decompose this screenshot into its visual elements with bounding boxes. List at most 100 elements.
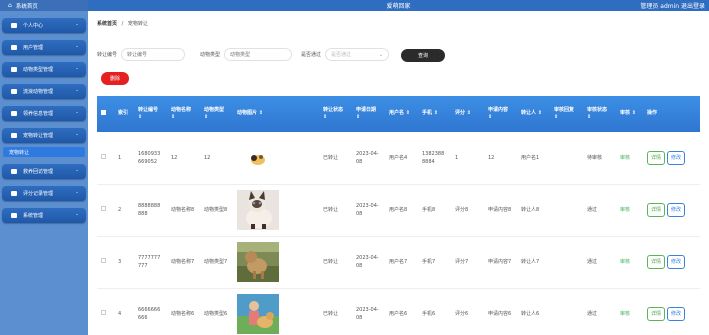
- column-header[interactable]: 用户名 ⇕: [385, 96, 418, 132]
- row-select-cell: [97, 236, 114, 289]
- sidebar-item-8[interactable]: 系统管理 ⌄: [2, 208, 86, 223]
- animal-image-cell: [233, 236, 319, 289]
- sidebar-item-6[interactable]: 救养回访管理 ⌄: [2, 164, 86, 179]
- sidebar-item-label: 动物类型管理: [23, 67, 54, 73]
- cell-type: 12: [200, 132, 233, 185]
- column-header: 操作: [643, 96, 700, 132]
- search-button[interactable]: 查询: [401, 49, 445, 62]
- sidebar-item-label: 评分记录管理: [23, 191, 54, 197]
- cell-code: 7777777777: [134, 236, 167, 289]
- sidebar-item-label: 用户管理: [23, 45, 44, 51]
- row-checkbox[interactable]: [101, 153, 106, 159]
- code-input[interactable]: [121, 48, 186, 61]
- cell-phone: 手机7: [418, 236, 451, 289]
- row-checkbox[interactable]: [101, 310, 106, 315]
- column-header[interactable]: 转让人 ⇕: [517, 96, 550, 132]
- cell-score: 评分8: [451, 184, 484, 237]
- sidebar-item-0[interactable]: 个人中心 ⌄: [2, 18, 86, 33]
- sidebar-item-label: 救养回访管理: [23, 169, 54, 175]
- chevron-down-icon: ⌄: [75, 132, 79, 137]
- user-info[interactable]: 管理员 admin 退出登录: [640, 1, 705, 10]
- sidebar-item-2[interactable]: 动物类型管理 ⌄: [2, 62, 86, 77]
- cell-user: 用户名4: [385, 132, 418, 185]
- grid-icon: [11, 111, 17, 116]
- pass-select[interactable]: 是否通过 ⌄: [325, 48, 390, 61]
- animal-image-cell: [233, 184, 319, 237]
- detail-button[interactable]: 详情: [647, 255, 666, 269]
- review-link[interactable]: 审核: [620, 311, 630, 317]
- cell-status: 已转让: [319, 288, 352, 335]
- cell-index: 1: [114, 132, 134, 185]
- column-header[interactable]: 动物名称 ⇕: [167, 96, 200, 132]
- delete-button[interactable]: 删除: [101, 72, 129, 85]
- detail-button[interactable]: 详情: [647, 203, 666, 217]
- cell-content: 12: [484, 132, 517, 185]
- detail-button[interactable]: 详情: [647, 150, 666, 165]
- column-header[interactable]: 申请内容 ⇕: [484, 96, 517, 132]
- sidebar-item-5[interactable]: 宠物转让管理 ⌄: [2, 128, 86, 143]
- review-cell: 审核: [616, 184, 643, 237]
- actions-cell: 详情 修改: [643, 184, 700, 237]
- edit-button[interactable]: 修改: [667, 255, 686, 269]
- cell-status: 已转让: [319, 236, 352, 289]
- column-header[interactable]: 动物图片 ⇕: [233, 96, 319, 132]
- row-checkbox[interactable]: [101, 258, 106, 263]
- review-link[interactable]: 审核: [620, 207, 630, 213]
- animal-image[interactable]: [237, 242, 279, 282]
- sidebar-item-3[interactable]: 流浪动物管理 ⌄: [2, 84, 86, 99]
- chevron-down-icon: ⌄: [75, 66, 79, 71]
- animal-image[interactable]: [237, 190, 279, 230]
- pass-select-value: 是否通过: [331, 52, 352, 58]
- cell-score: 评分7: [451, 236, 484, 289]
- column-header[interactable]: 评分 ⇕: [451, 96, 484, 132]
- animal-image-cell: [233, 132, 319, 185]
- column-header[interactable]: 审核回复 ⇕: [550, 96, 583, 132]
- column-header[interactable]: 动物类型 ⇕: [200, 96, 233, 132]
- cell-review_state: 待审核: [583, 132, 616, 185]
- filter-pass-label: 是否通过: [301, 52, 322, 58]
- edit-button[interactable]: 修改: [667, 150, 686, 165]
- column-header[interactable]: 转让状态 ⇕: [319, 96, 352, 132]
- detail-button[interactable]: 详情: [647, 307, 666, 321]
- table-row[interactable]: 1 1680933669052 12 12 已转让 2023-04-08 用户名4 13823…: [97, 132, 700, 185]
- animal-image[interactable]: [237, 294, 279, 334]
- column-header[interactable]: 申请日期 ⇕: [352, 96, 385, 132]
- column-header[interactable]: 手机 ⇕: [418, 96, 451, 132]
- sidebar-sub-item-transfer[interactable]: 宠物转让: [3, 147, 85, 157]
- sidebar-item-4[interactable]: 领养信息管理 ⌄: [2, 106, 86, 121]
- table-row[interactable]: 2 8888888888 动物名称8 动物类型8 已转让 2023-04-08 用户名8 手机…: [97, 184, 700, 237]
- sidebar-item-label: 个人中心: [23, 23, 44, 29]
- column-header[interactable]: 审核状态 ⇕: [583, 96, 616, 132]
- edit-button[interactable]: 修改: [667, 307, 686, 321]
- cell-date: 2023-04-08: [352, 236, 385, 289]
- edit-button[interactable]: 修改: [667, 203, 686, 217]
- type-input[interactable]: [224, 48, 293, 61]
- breadcrumb-home[interactable]: 系统首页: [97, 21, 117, 27]
- cell-score: 1: [451, 132, 484, 185]
- sidebar-item-label: 宠物转让管理: [23, 133, 54, 139]
- table-row[interactable]: 3 7777777777 动物名称7 动物类型7 已转让 2023-04-08 用户名7 手机…: [97, 236, 700, 289]
- select-all-checkbox[interactable]: [101, 109, 106, 115]
- home-icon: ⌂: [8, 2, 12, 9]
- cell-transferor: 转让人7: [517, 236, 550, 289]
- table-header: 索引 转让编号 ⇕ 动物名称 ⇕ 动物类型 ⇕ 动物图片 ⇕ 转让状态 ⇕ 申请日期 ⇕ 用户…: [97, 96, 700, 132]
- chevron-down-icon: ⌄: [75, 190, 79, 195]
- location-icon: [11, 169, 17, 174]
- sidebar-item-1[interactable]: 用户管理 ⌄: [2, 40, 86, 55]
- row-checkbox[interactable]: [101, 206, 106, 211]
- table-row[interactable]: 4 6666666666 动物名称6 动物类型6 已转让 2023-04-08 用户名6 手机…: [97, 288, 700, 335]
- cell-reply: [550, 184, 583, 237]
- animal-image[interactable]: [237, 138, 279, 178]
- sidebar-home[interactable]: ⌂ 系统首页: [0, 0, 88, 11]
- column-header[interactable]: 审核 ⇕: [616, 96, 643, 132]
- actions-cell: 详情 修改: [643, 288, 700, 335]
- filter-code: 转让编号: [97, 48, 186, 61]
- review-link[interactable]: 审核: [620, 259, 630, 265]
- row-select-cell: [97, 132, 114, 185]
- filter-code-label: 转让编号: [97, 52, 118, 58]
- cell-transferor: 转让人8: [517, 184, 550, 237]
- column-header[interactable]: 转让编号 ⇕: [134, 96, 167, 132]
- cell-user: 用户名6: [385, 288, 418, 335]
- sidebar-item-7[interactable]: 评分记录管理 ⌄: [2, 186, 86, 201]
- review-link[interactable]: 审核: [620, 155, 630, 161]
